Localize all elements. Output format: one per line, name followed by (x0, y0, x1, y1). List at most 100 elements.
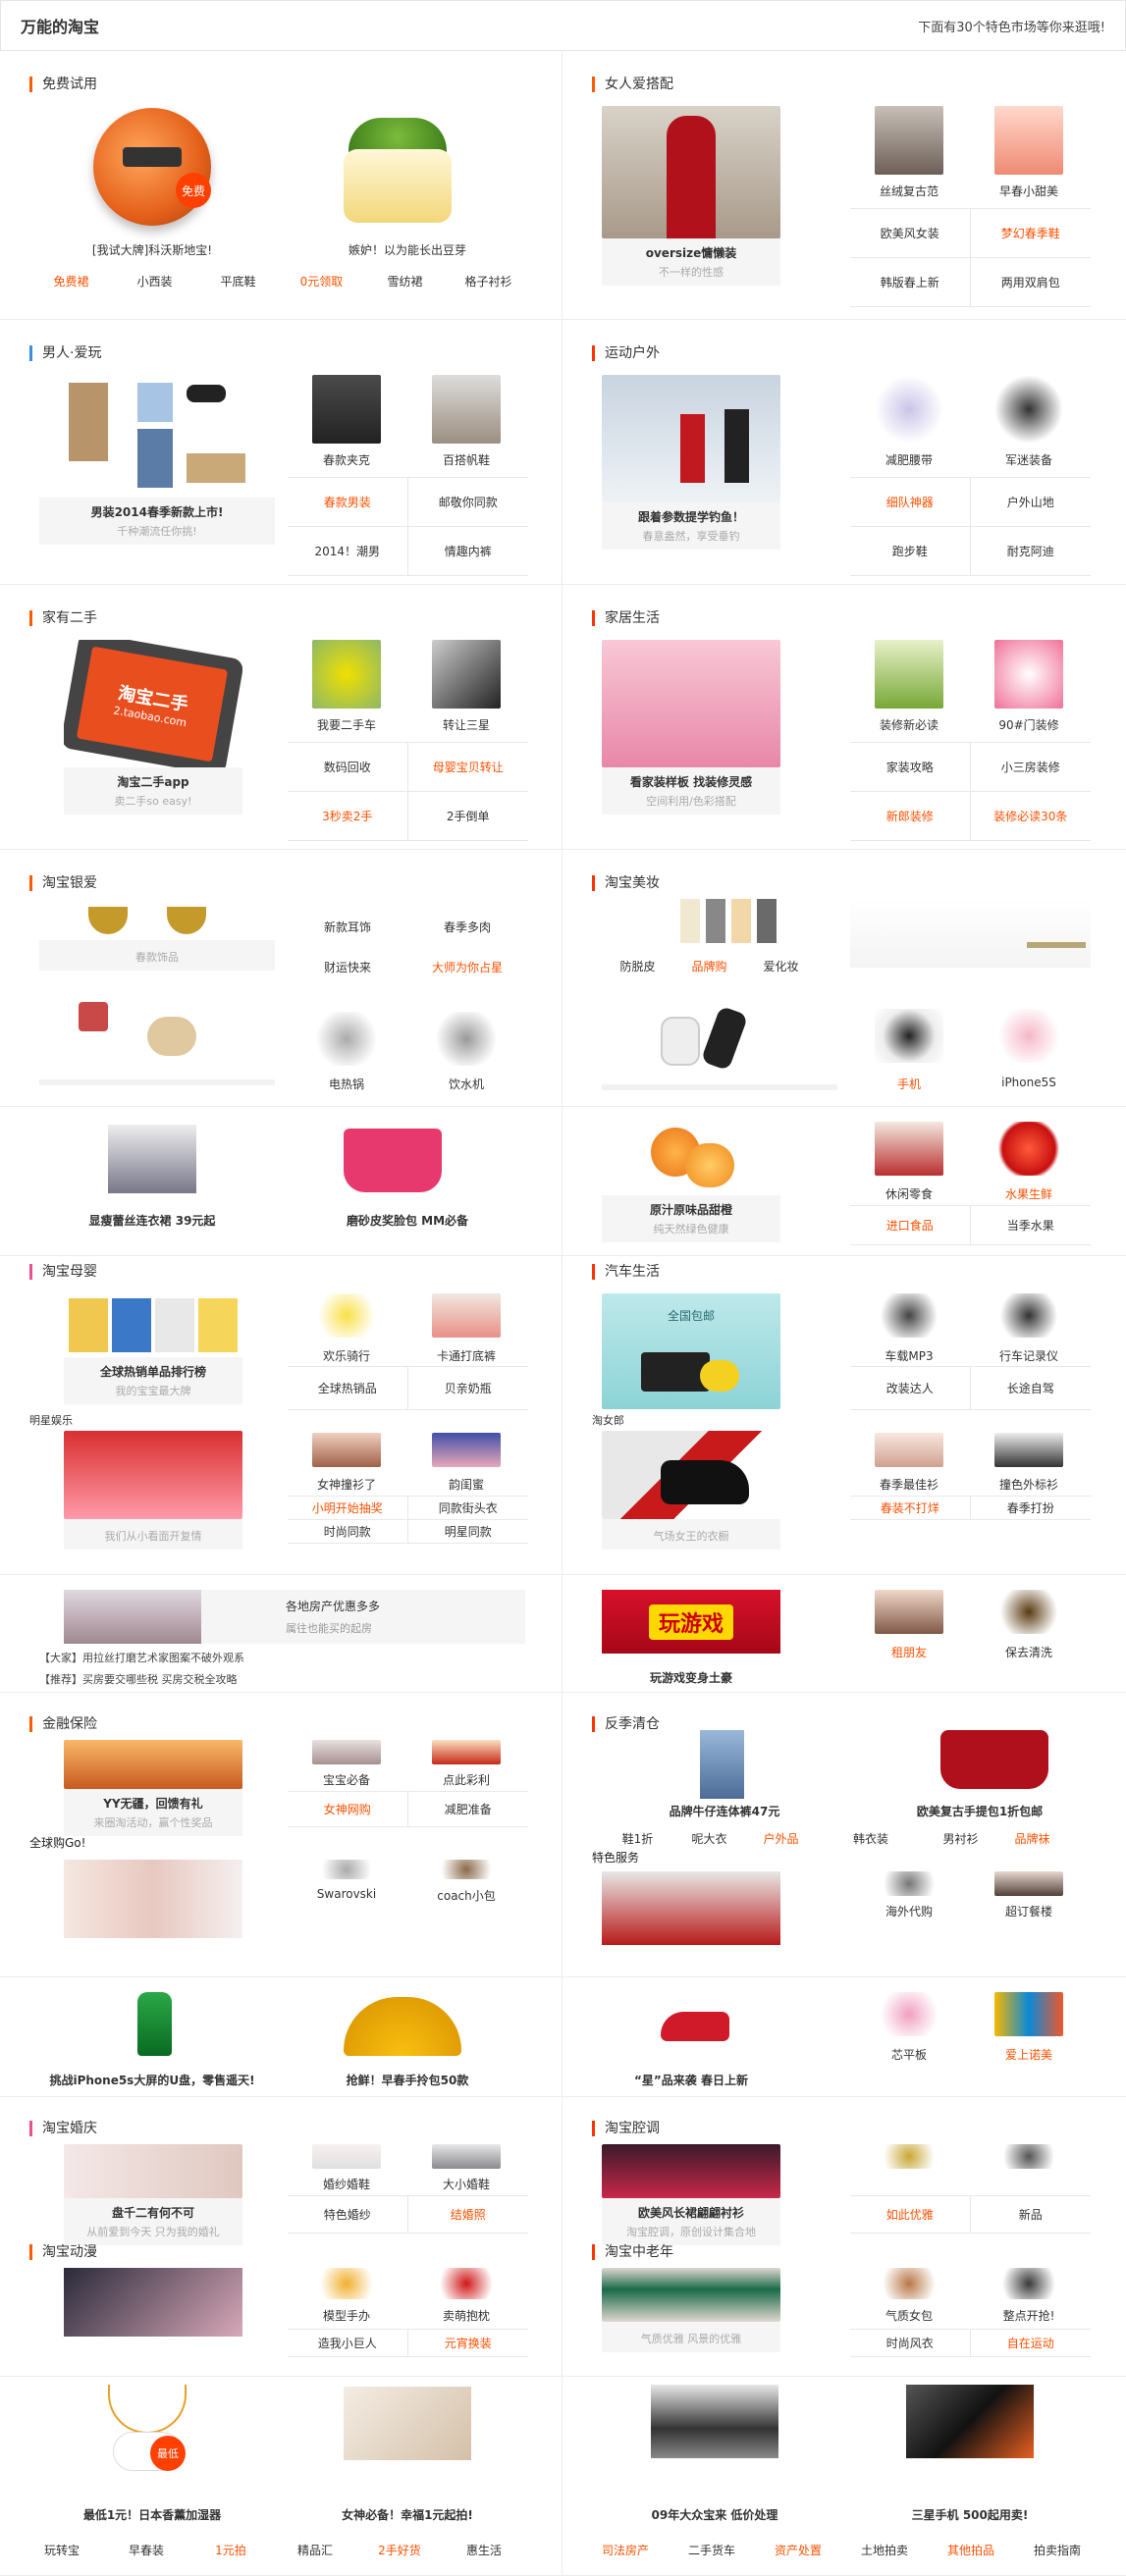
news-link[interactable]: 【推荐】买房要交哪些税 买房交税全攻略 (39, 1671, 238, 1687)
tag-link[interactable]: 雪纺裙 (363, 273, 447, 289)
grid-link[interactable]: 数码回收 (288, 743, 408, 792)
thumb-image[interactable] (312, 1012, 381, 1066)
feature-card[interactable]: 原汁原味品甜橙 纯天然绿色健康 (602, 1122, 780, 1242)
thumb-label[interactable]: 春季最佳衫 (850, 1476, 968, 1493)
item-label[interactable]: 女神必备！幸福1元起拍! (295, 2506, 520, 2523)
thumb-label[interactable]: 超订餐楼 (970, 1903, 1088, 1919)
grid-link[interactable]: 改装达人 (850, 1367, 971, 1410)
grid-link[interactable]: 韩版春上新 (850, 258, 971, 307)
thumb-image[interactable] (875, 2144, 943, 2169)
feature-card[interactable]: 淘宝二手 2.taobao.com 淘宝二手app 卖二手so easy! (64, 640, 242, 815)
item-label[interactable]: 三星手机 500起用卖! (847, 2506, 1093, 2523)
grid-link[interactable]: 女神网购 (288, 1792, 408, 1827)
thumb-label[interactable]: 行车记录仪 (970, 1347, 1088, 1364)
thumb-label[interactable]: 卖萌抱枕 (407, 2307, 525, 2324)
tag-link[interactable]: 土地拍卖 (841, 2542, 928, 2558)
thumb-label[interactable]: 整点开抢! (970, 2307, 1088, 2324)
thumb-image[interactable] (312, 1433, 381, 1467)
thumb-image[interactable] (875, 1293, 943, 1338)
grid-link[interactable]: 结婚照 (407, 2196, 528, 2234)
tag-link[interactable]: 韩衣装 (817, 1830, 925, 1847)
thumb-label[interactable]: 我要二手车 (288, 716, 405, 733)
tag-link[interactable]: 爱化妆 (745, 958, 817, 974)
grid-link[interactable]: 2014！潮男 (288, 527, 408, 576)
thumb-label[interactable]: 爱上诺美 (970, 2046, 1088, 2063)
thumb-label[interactable]: 卡通打底裤 (407, 1347, 525, 1364)
thumb-label[interactable]: 大小婚鞋 (407, 2176, 525, 2192)
grid-link[interactable]: 春季打扮 (970, 1497, 1091, 1520)
tag-link[interactable]: 资产处置 (755, 2542, 841, 2558)
tag-link[interactable]: 品牌袜 (996, 1830, 1068, 1847)
banner-image[interactable] (850, 899, 1091, 968)
feature-card[interactable]: YY无疆，回馈有礼 来圈淘活动，赢个性奖品 (64, 1740, 242, 1836)
thumb-label[interactable]: 海外代购 (850, 1903, 968, 1919)
thumb-image[interactable] (432, 1012, 501, 1066)
thumb-image[interactable] (875, 640, 943, 709)
tag-link[interactable]: 二手货车 (669, 2542, 755, 2558)
grid-link[interactable]: 如此优雅 (850, 2196, 971, 2234)
feature-card[interactable]: 欧美风长裙翩翩衬衫 淘宝腔调，原创设计集合地 (602, 2144, 780, 2245)
tag-link[interactable]: 小西装 (113, 273, 196, 289)
thumb-label[interactable]: 百搭帆鞋 (407, 451, 525, 468)
thumb-label[interactable]: coach小包 (407, 1887, 525, 1904)
thumb-label[interactable]: 撞色外标衫 (970, 1476, 1088, 1493)
thumb-label[interactable]: 电热锅 (288, 1076, 405, 1092)
thumb-image[interactable] (875, 1871, 943, 1896)
tag-link[interactable]: 男衬衫 (925, 1830, 996, 1847)
grid-link[interactable]: 装修必读30条 (970, 792, 1091, 841)
grid-link[interactable]: 全球热销品 (288, 1367, 408, 1410)
thumb-label[interactable]: 欢乐骑行 (288, 1347, 405, 1364)
thumb-image[interactable] (994, 375, 1063, 444)
grid-link[interactable]: 梦幻春季鞋 (970, 209, 1091, 258)
thumb-label[interactable]: 春款夹克 (288, 451, 405, 468)
thumb-image[interactable] (432, 375, 501, 444)
grid-link[interactable]: 元宵换装 (407, 2330, 528, 2357)
grid-link[interactable]: 造我小巨人 (288, 2330, 408, 2357)
grid-link[interactable]: 小明开始抽奖 (288, 1497, 408, 1520)
feature-image[interactable] (39, 997, 275, 1085)
usb-drive-image[interactable] (137, 1992, 172, 2056)
grid-link[interactable]: 同款街头衣 (407, 1497, 528, 1520)
tag-link[interactable]: 鞋1折 (602, 1830, 673, 1847)
tag-link[interactable]: 财运快来 (288, 959, 407, 975)
thumb-image[interactable] (432, 2144, 501, 2169)
grid-link[interactable]: 家装攻略 (850, 743, 971, 792)
tag-link[interactable]: 惠生活 (442, 2542, 526, 2558)
grid-link[interactable]: 时尚风衣 (850, 2330, 971, 2357)
grid-link[interactable]: 两用双肩包 (970, 258, 1091, 307)
item-label[interactable]: 最低1元！日本香薰加湿器 (39, 2506, 265, 2523)
item-label[interactable]: 磨砂皮奖脸包 MM必备 (295, 1212, 520, 1229)
tag-link[interactable]: 1元拍 (188, 2542, 273, 2558)
tag-link[interactable]: 早春装 (104, 2542, 188, 2558)
thumb-image[interactable] (994, 2144, 1063, 2169)
thumb-image[interactable] (432, 1433, 501, 1467)
grid-link[interactable]: 春装不打烊 (850, 1497, 971, 1520)
grid-link[interactable]: 跑步鞋 (850, 527, 971, 576)
tag-link[interactable]: 其他拍品 (928, 2542, 1014, 2558)
feature-image[interactable] (64, 2268, 242, 2337)
grid-link[interactable]: 2手倒单 (407, 792, 528, 841)
thumb-image[interactable] (875, 1590, 943, 1634)
item-label[interactable]: 品牌牛仔连体裤47元 (602, 1803, 847, 1819)
feature-card[interactable]: 看家装样板 找装修灵感 空间利用/色彩搭配 (602, 640, 780, 815)
thumb-image[interactable] (875, 1992, 943, 2036)
grid-link[interactable]: 进口食品 (850, 1206, 971, 1245)
thumb-label[interactable]: 婚纱婚鞋 (288, 2176, 405, 2192)
thumb-image[interactable] (875, 1433, 943, 1467)
tag-link[interactable]: 拍卖指南 (1014, 2542, 1100, 2558)
thumb-image[interactable] (875, 375, 943, 444)
tag-link[interactable]: 0元领取 (280, 273, 363, 289)
feature-card[interactable]: 气质优雅 风景的优雅 (602, 2268, 780, 2352)
tag-link[interactable]: 平底鞋 (196, 273, 280, 289)
grid-link[interactable]: 耐克阿迪 (970, 527, 1091, 576)
feature-image[interactable] (602, 1871, 780, 1945)
item-label[interactable]: “星”品来袭 春日上新 (602, 2072, 780, 2088)
thumb-image[interactable] (994, 1293, 1063, 1338)
thumb-image[interactable] (875, 106, 943, 175)
news-link[interactable]: 【大家】用拉丝打磨艺术家图案不破外观系 (39, 1650, 244, 1665)
tag-link[interactable]: 大师为你占星 (407, 959, 527, 975)
tag-link[interactable]: 新款耳饰 (288, 919, 407, 935)
grid-link[interactable]: 自在运动 (970, 2330, 1091, 2357)
tag-link[interactable]: 户外品 (745, 1830, 817, 1847)
house-image[interactable] (64, 1590, 201, 1644)
